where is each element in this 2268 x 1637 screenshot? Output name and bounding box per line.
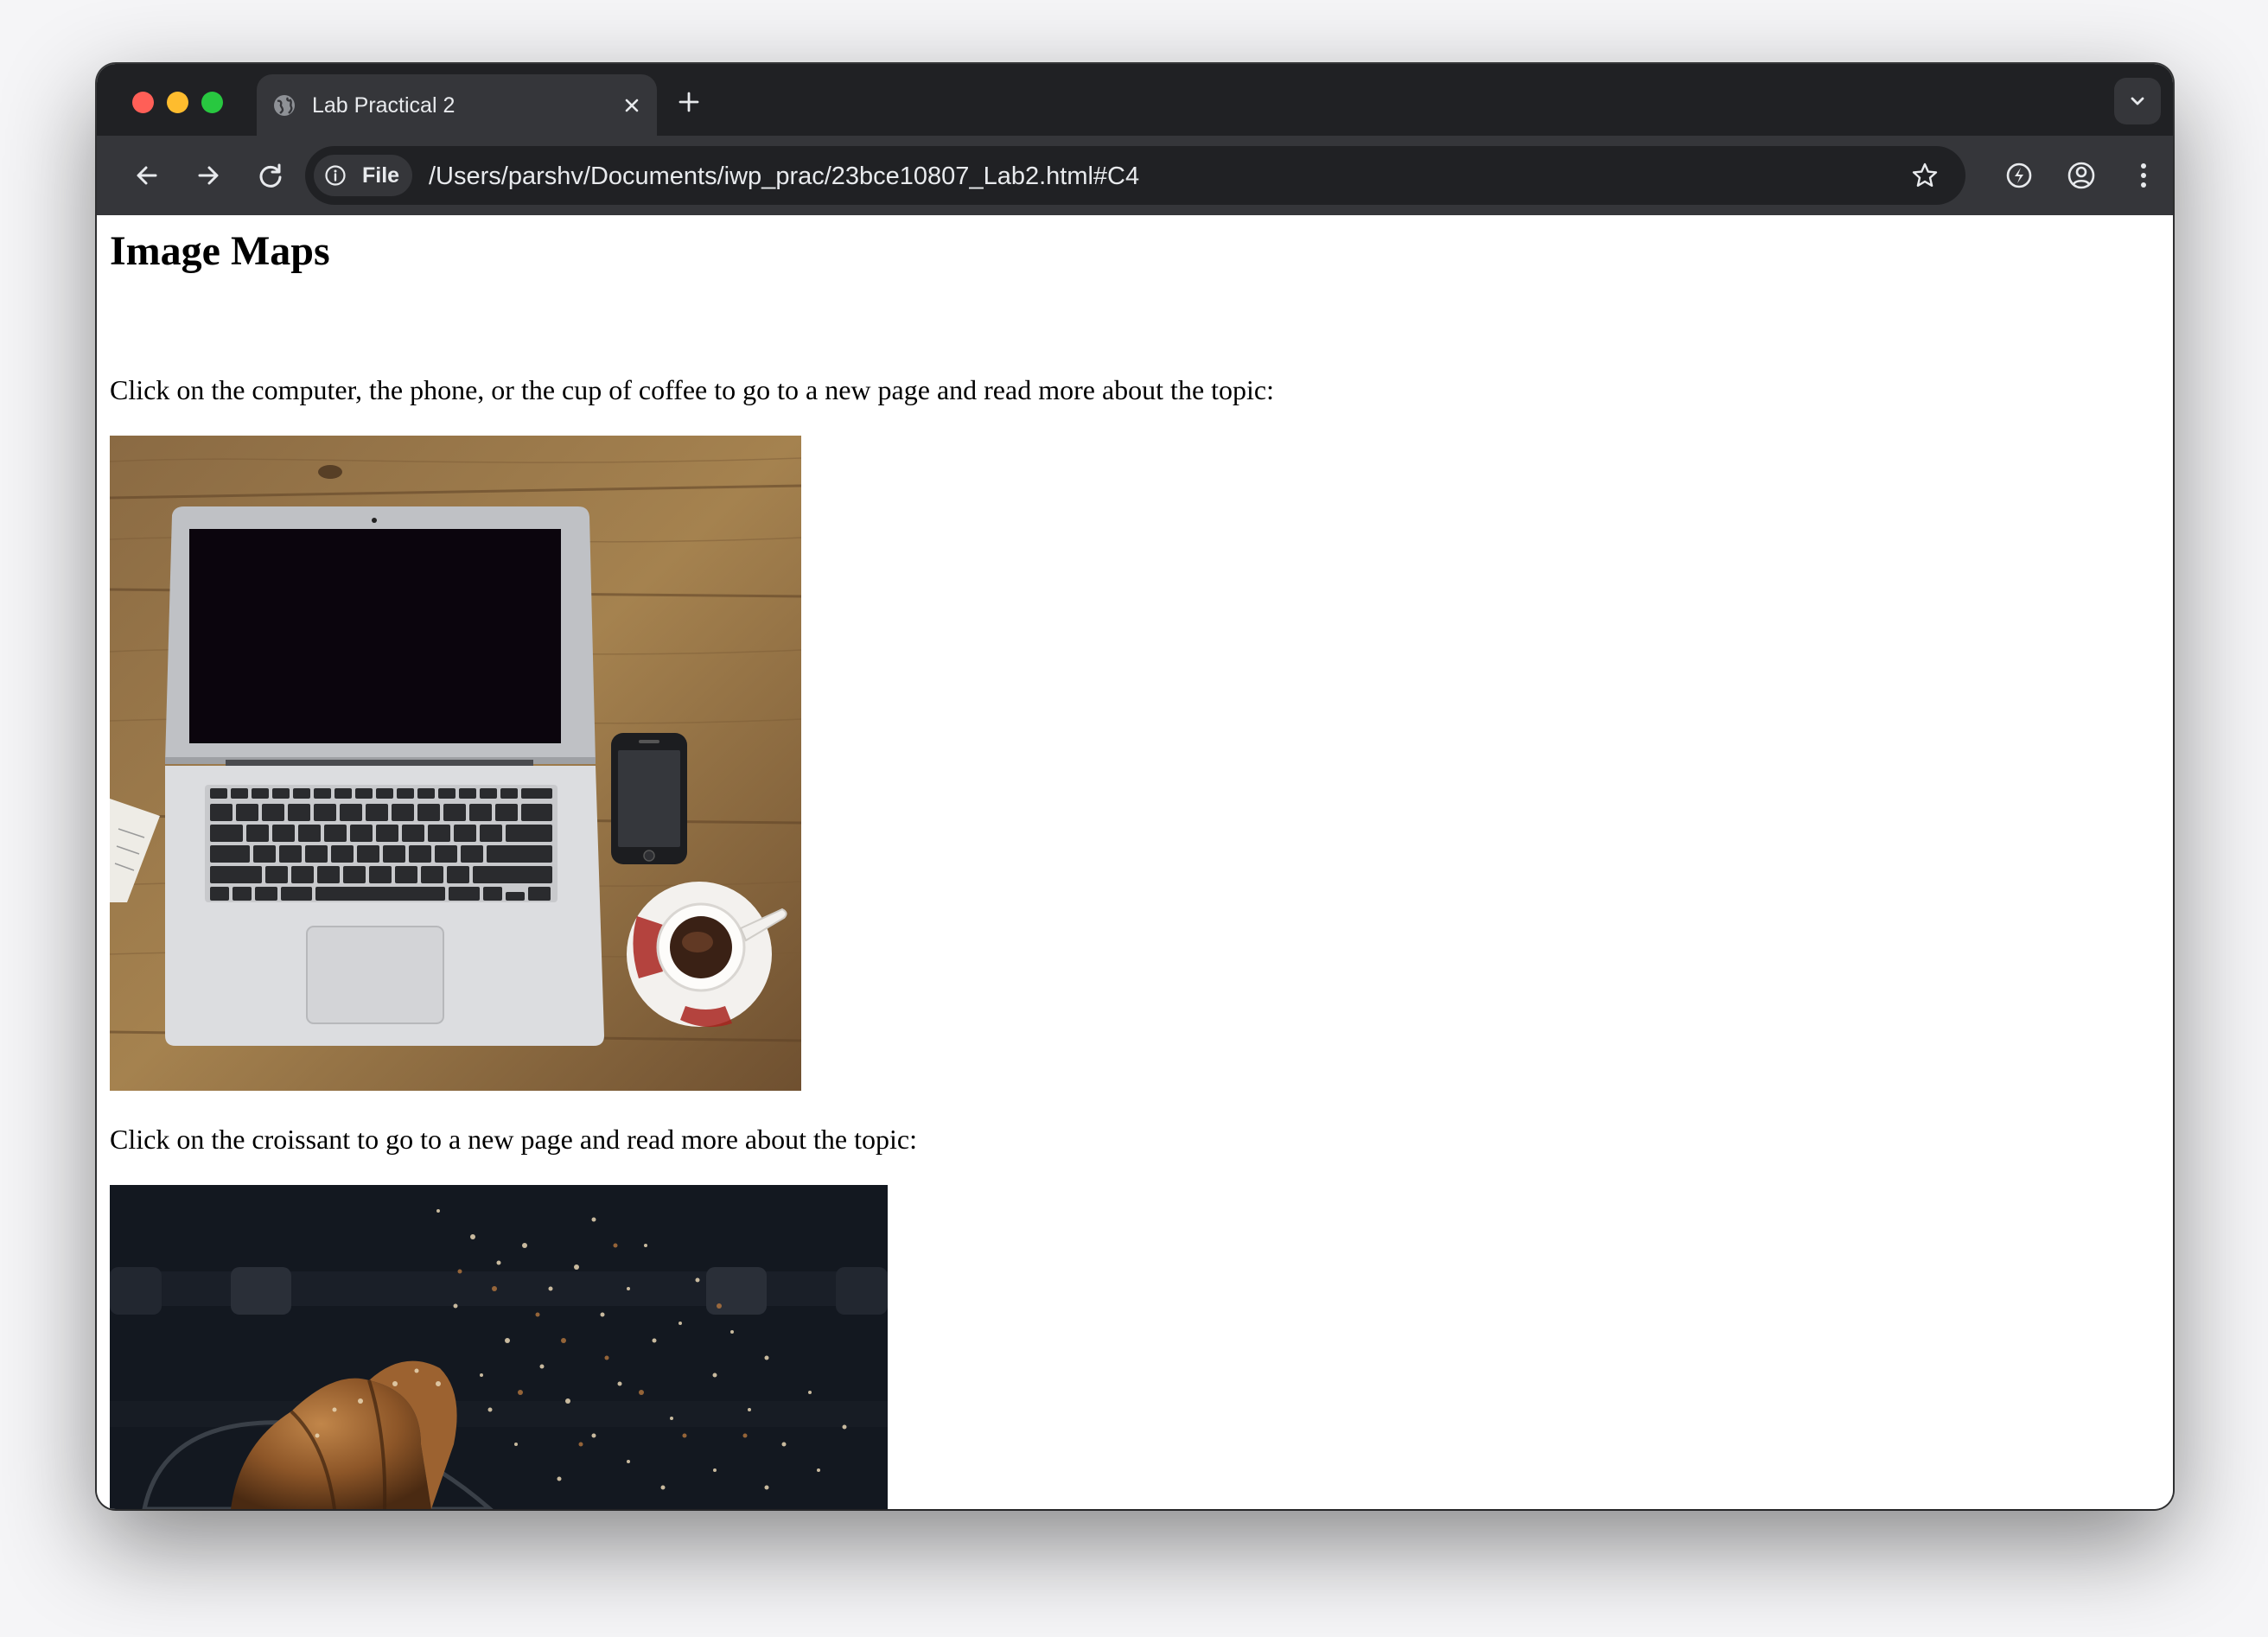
info-icon [325,165,346,186]
globe-icon [272,93,296,118]
arrow-left-icon[interactable] [130,158,164,193]
page-heading: Image Maps [110,228,330,274]
tab-search-button[interactable] [2114,78,2161,124]
url-text[interactable]: /Users/parshv/Documents/iwp_prac/23bce10… [429,162,1139,190]
close-icon[interactable] [619,92,645,118]
reload-icon[interactable] [253,158,288,193]
address-bar[interactable]: File /Users/parshv/Documents/iwp_prac/23… [305,146,1965,205]
croissant-paragraph: Click on the croissant to go to a new pa… [110,1124,917,1155]
toolbar: File /Users/parshv/Documents/iwp_prac/23… [97,136,2173,215]
chevron-down-icon [2131,97,2144,105]
tab-title: Lab Practical 2 [312,93,456,118]
site-info-chip[interactable]: File [314,155,412,196]
kebab-menu-icon[interactable] [2123,155,2164,196]
close-window-button[interactable] [132,92,154,113]
star-icon[interactable] [1910,161,1940,194]
minimize-window-button[interactable] [167,92,188,113]
croissant-image-map[interactable] [110,1185,888,1509]
profile-icon[interactable] [2061,155,2102,196]
arrow-right-icon[interactable] [191,158,226,193]
laptop-image-map[interactable] [110,436,801,1091]
site-chip-label: File [362,163,400,188]
intro-paragraph: Click on the computer, the phone, or the… [110,374,1275,405]
browser-window: Lab Practical 2 File /Users/parshv/Docum… [97,64,2173,1509]
plus-icon[interactable] [674,87,704,117]
page-content: Image Maps Click on the computer, the ph… [97,215,2173,1509]
browser-tab[interactable]: Lab Practical 2 [257,74,657,136]
maximize-window-button[interactable] [201,92,223,113]
lightning-icon[interactable] [1998,155,2040,196]
tab-strip: Lab Practical 2 [97,64,2173,136]
